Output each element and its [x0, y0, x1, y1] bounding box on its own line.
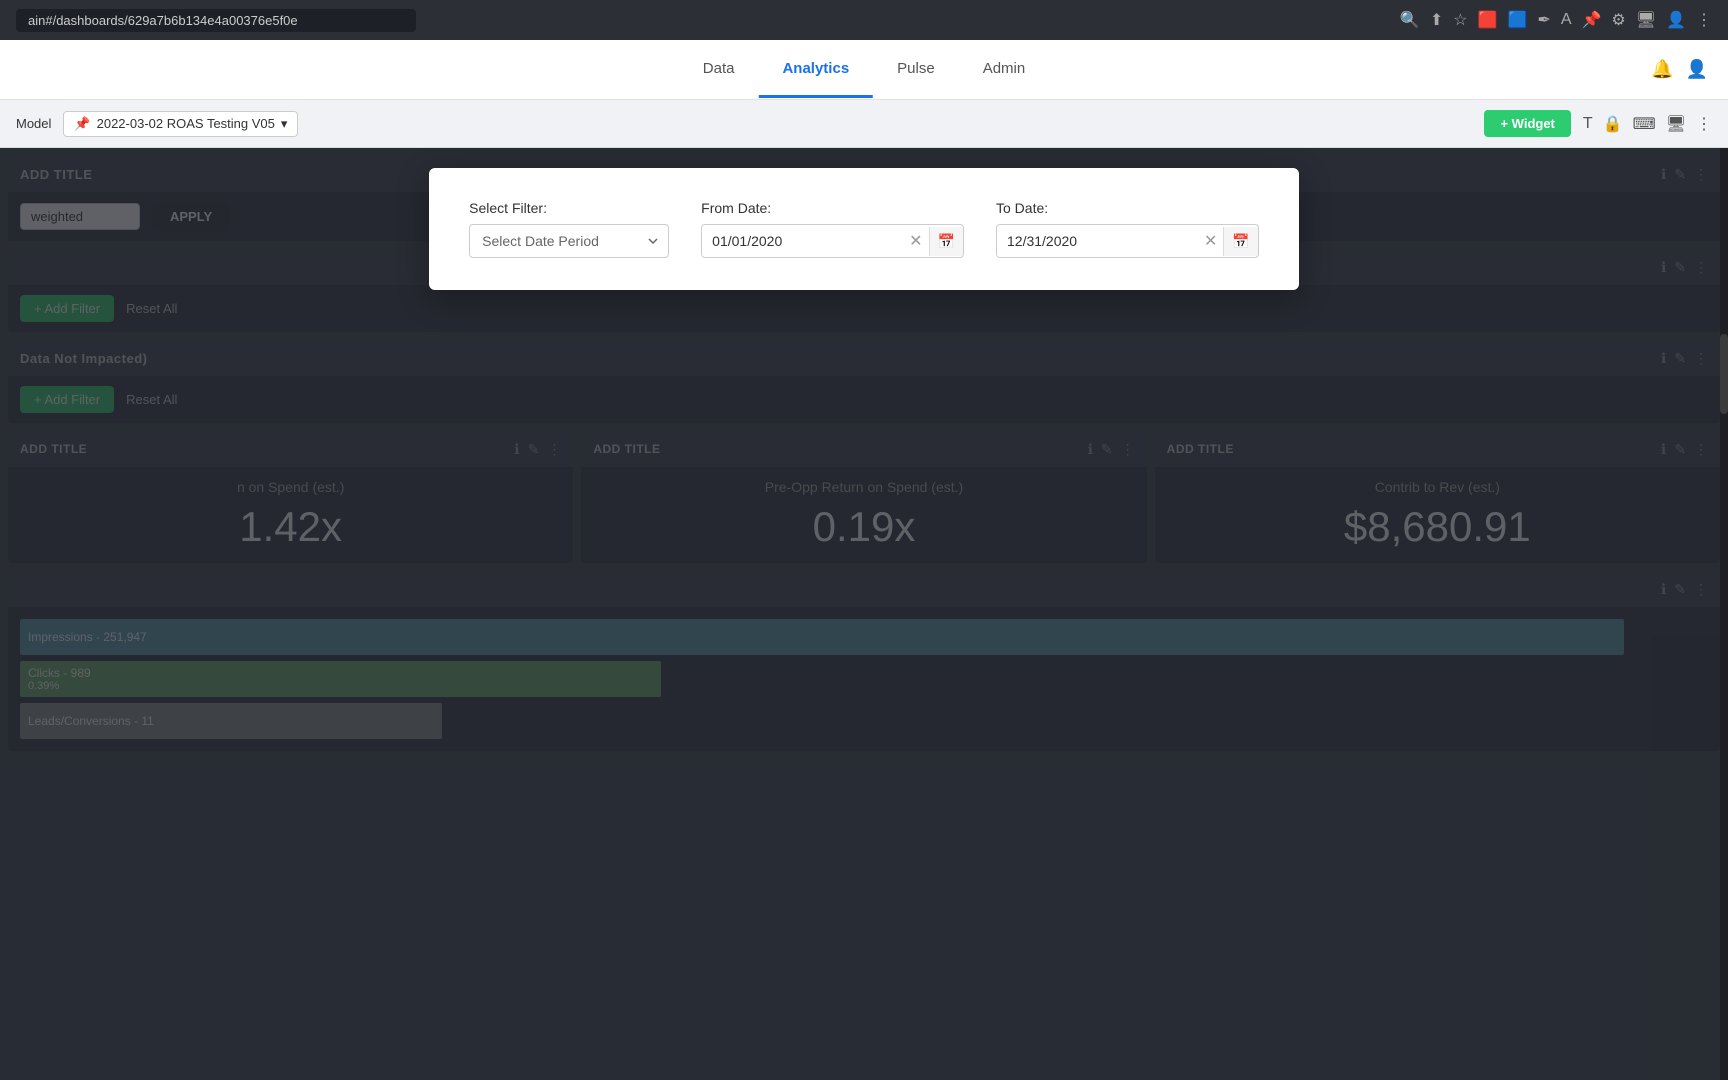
date-period-select[interactable]: Select Date Period [469, 224, 669, 258]
browser-ext2-icon[interactable]: 🟦 [1508, 10, 1528, 30]
browser-share-icon[interactable]: ⬆ [1430, 10, 1443, 30]
pin-icon: 📌 [74, 116, 90, 132]
browser-ext3-icon[interactable]: ✒ [1537, 10, 1550, 30]
to-date-clear-button[interactable]: ✕ [1198, 231, 1223, 251]
to-date-label: To Date: [996, 200, 1259, 216]
nav-tabs: Data Analytics Pulse Admin [679, 42, 1049, 98]
secondary-toolbar: Model 📌 2022-03-02 ROAS Testing V05 ▾ + … [0, 100, 1728, 148]
to-date-calendar-button[interactable]: 📅 [1223, 227, 1257, 256]
from-date-clear-button[interactable]: ✕ [903, 231, 928, 251]
model-label: Model [16, 116, 51, 131]
keyboard-icon[interactable]: ⌨ [1633, 114, 1656, 134]
modal-backdrop: Select Filter: Select Date Period From D… [0, 148, 1728, 1080]
add-widget-button[interactable]: + Widget [1484, 110, 1570, 137]
tab-data[interactable]: Data [679, 42, 759, 98]
browser-search-icon[interactable]: 🔍 [1400, 10, 1420, 30]
to-date-input[interactable] [997, 225, 1198, 257]
text-format-icon[interactable]: T [1583, 115, 1593, 133]
more-options-icon[interactable]: ⋮ [1696, 114, 1712, 134]
browser-icon-bar: 🔍 ⬆ ☆ 🟥 🟦 ✒ A 📌 ⚙ 🖥 👤 ⋮ [1400, 10, 1712, 30]
from-date-input[interactable] [702, 225, 903, 257]
from-date-field: From Date: ✕ 📅 [701, 200, 964, 258]
tab-admin[interactable]: Admin [959, 42, 1050, 98]
monitor-icon[interactable]: 🖥 [1666, 114, 1686, 134]
browser-ext5-icon[interactable]: 📌 [1582, 10, 1602, 30]
version-label: 2022-03-02 ROAS Testing V05 [97, 116, 275, 131]
browser-url[interactable]: ain#/dashboards/629a7b6b134e4a00376e5f0e [16, 9, 416, 32]
notification-bell-icon[interactable]: 🔔 [1651, 59, 1673, 80]
browser-ext6-icon[interactable]: ⚙ [1611, 10, 1625, 30]
version-dropdown[interactable]: 📌 2022-03-02 ROAS Testing V05 ▾ [63, 111, 298, 137]
user-avatar-icon[interactable]: 👤 [1686, 59, 1708, 80]
lock-icon[interactable]: 🔒 [1603, 114, 1623, 134]
top-nav: Data Analytics Pulse Admin 🔔 👤 [0, 40, 1728, 100]
chevron-down-icon: ▾ [281, 116, 288, 132]
browser-bookmark-icon[interactable]: ☆ [1453, 10, 1467, 30]
from-date-calendar-button[interactable]: 📅 [929, 227, 963, 256]
from-date-input-wrapper: ✕ 📅 [701, 224, 964, 258]
browser-ext1-icon[interactable]: 🟥 [1478, 10, 1498, 30]
nav-right: 🔔 👤 [1651, 59, 1708, 80]
select-filter-label: Select Filter: [469, 200, 669, 216]
to-date-field: To Date: ✕ 📅 [996, 200, 1259, 258]
tab-pulse[interactable]: Pulse [873, 42, 959, 98]
from-date-label: From Date: [701, 200, 964, 216]
browser-ext4-icon[interactable]: A [1561, 11, 1572, 29]
select-filter-field: Select Filter: Select Date Period [469, 200, 669, 258]
tab-analytics[interactable]: Analytics [758, 42, 873, 98]
browser-user-icon[interactable]: 👤 [1666, 10, 1686, 30]
browser-ext7-icon[interactable]: 🖥 [1636, 10, 1656, 30]
to-date-input-wrapper: ✕ 📅 [996, 224, 1259, 258]
browser-more-icon[interactable]: ⋮ [1696, 10, 1712, 30]
date-filter-modal: Select Filter: Select Date Period From D… [429, 168, 1299, 290]
toolbar-action-icons: T 🔒 ⌨ 🖥 ⋮ [1583, 114, 1712, 134]
main-content: ADD TITLE ℹ ✎ ⋮ weighted APPLY ℹ ✎ [0, 148, 1728, 1080]
browser-chrome: ain#/dashboards/629a7b6b134e4a00376e5f0e… [0, 0, 1728, 40]
